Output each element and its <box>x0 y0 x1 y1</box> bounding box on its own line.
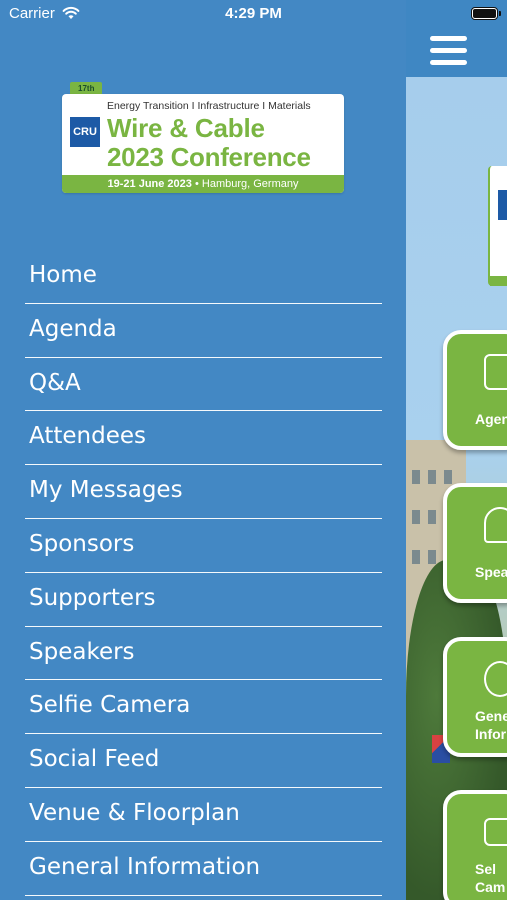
wifi-icon <box>62 6 80 19</box>
menu-item-label: My Messages <box>29 477 183 504</box>
status-bar: Carrier 4:29 PM <box>0 0 507 28</box>
menu-item-label: Q&A <box>29 369 81 396</box>
menu-item-qa[interactable]: Q&A <box>25 358 382 412</box>
menu-item-sponsors[interactable]: Sponsors <box>25 519 382 573</box>
menu-item-label: Attendees <box>29 423 146 450</box>
home-tiles: Agen Spea Gene Inform Sel Cam <box>443 0 507 900</box>
tile-label-line1: Gene <box>475 708 507 724</box>
logo-location: • Hamburg, Germany <box>194 178 299 190</box>
logo-dates: 19-21 June 2023 <box>107 178 192 190</box>
drawer-menu: Home Agenda Q&A Attendees My Messages Sp… <box>25 250 382 896</box>
info-icon <box>484 661 507 697</box>
menu-item-label: Home <box>29 262 97 288</box>
menu-item-agenda[interactable]: Agenda <box>25 304 382 358</box>
cru-logo-icon: CRU <box>70 117 100 147</box>
tile-label: Spea <box>475 564 507 580</box>
menu-item-social-feed[interactable]: Social Feed <box>25 734 382 788</box>
menu-item-my-messages[interactable]: My Messages <box>25 465 382 519</box>
microphone-icon <box>484 507 507 543</box>
navigation-drawer: 17th Energy Transition I Infrastructure … <box>0 0 406 900</box>
tile-general-information[interactable]: Gene Inform <box>443 637 507 757</box>
menu-item-label: Sponsors <box>29 530 135 557</box>
menu-item-label: Venue & Floorplan <box>29 799 240 826</box>
menu-item-label: Speakers <box>29 638 135 665</box>
menu-item-label: General Information <box>29 853 261 880</box>
tile-label: Gene Inform <box>475 707 507 743</box>
logo-title-line2: 2023 Conference <box>107 142 311 172</box>
conference-logo: 17th Energy Transition I Infrastructure … <box>62 82 344 193</box>
clipboard-icon <box>484 354 507 390</box>
menu-item-general-information[interactable]: General Information <box>25 842 382 896</box>
menu-item-selfie-camera[interactable]: Selfie Camera <box>25 680 382 735</box>
logo-tagline: Energy Transition I Infrastructure I Mat… <box>107 100 311 112</box>
logo-card: Energy Transition I Infrastructure I Mat… <box>62 94 344 193</box>
logo-footer: 19-21 June 2023 • Hamburg, Germany <box>62 175 344 193</box>
battery-icon <box>471 7 501 20</box>
tile-selfie-camera[interactable]: Sel Cam <box>443 790 507 900</box>
menu-item-label: Agenda <box>29 315 117 342</box>
menu-item-venue-floorplan[interactable]: Venue & Floorplan <box>25 788 382 842</box>
tile-label: Sel Cam <box>475 860 505 896</box>
tile-label: Agen <box>475 411 507 427</box>
menu-item-label: Supporters <box>29 584 156 611</box>
app-main-screen[interactable]: Agen Spea Gene Inform Sel Cam <box>406 0 507 900</box>
logo-title-line1: Wire & Cable <box>107 113 265 143</box>
camera-icon <box>484 818 507 846</box>
menu-item-speakers[interactable]: Speakers <box>25 627 382 681</box>
menu-item-supporters[interactable]: Supporters <box>25 573 382 627</box>
tile-label-line2: Inform <box>475 726 507 742</box>
tile-speakers[interactable]: Spea <box>443 483 507 603</box>
menu-item-home[interactable]: Home <box>25 250 382 304</box>
carrier-label: Carrier <box>9 5 55 22</box>
menu-item-label: Selfie Camera <box>29 692 191 719</box>
tile-agenda[interactable]: Agen <box>443 330 507 450</box>
menu-item-label: Social Feed <box>29 746 160 773</box>
menu-item-attendees[interactable]: Attendees <box>25 411 382 466</box>
tile-label-line2: Cam <box>475 879 506 895</box>
tile-label-line1: Sel <box>475 861 497 877</box>
